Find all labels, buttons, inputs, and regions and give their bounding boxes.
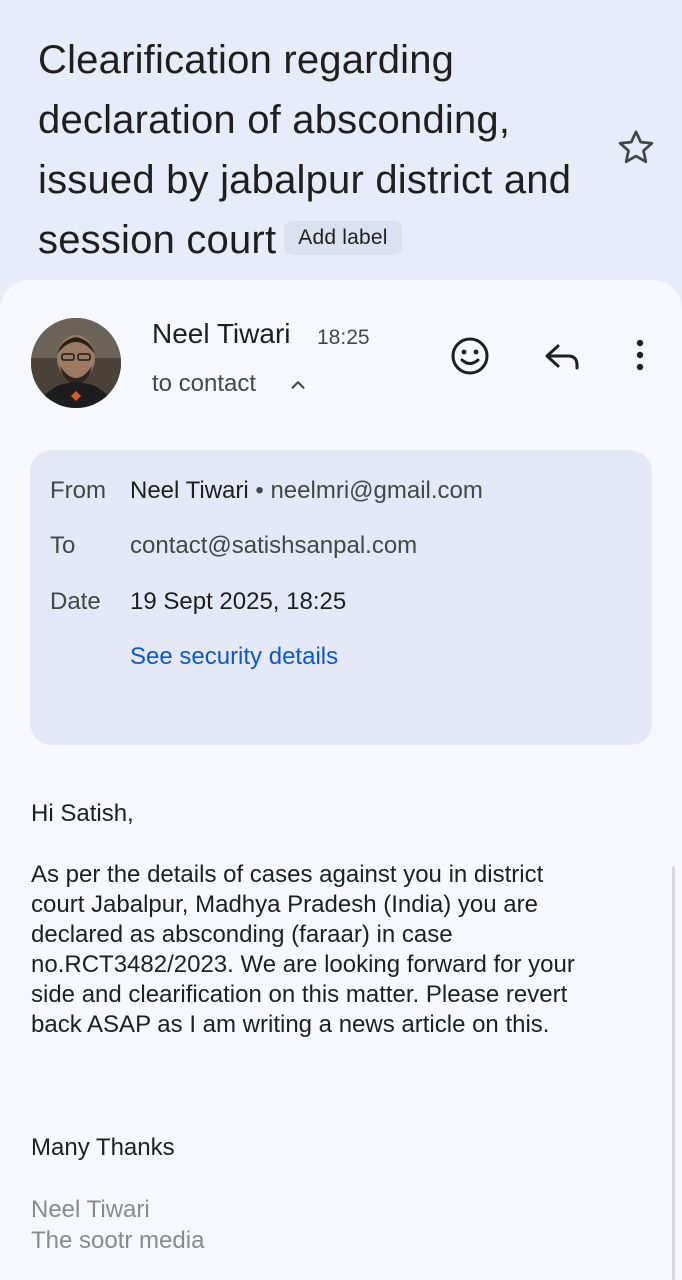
to-email: contact@satishsanpal.com — [130, 532, 418, 559]
scrollbar[interactable] — [672, 866, 675, 1280]
from-name: Neel Tiwari — [130, 477, 249, 504]
chevron-up-icon[interactable] — [287, 374, 309, 396]
recipient-summary[interactable]: to contact — [152, 370, 256, 398]
signature-name: Neel Tiwari — [31, 1196, 150, 1223]
body-line: court Jabalpur, Madhya Pradesh (India) y… — [31, 891, 538, 918]
sender-time: 18:25 — [317, 326, 370, 349]
to-label: To — [50, 532, 76, 559]
body-line: no.RCT3482/2023. We are looking forward … — [31, 951, 575, 978]
sender-avatar[interactable] — [31, 318, 121, 408]
body-line: declared as absconding (faraar) in case — [31, 921, 453, 948]
star-outline-icon[interactable] — [614, 126, 658, 170]
body-line: back ASAP as I am writing a news article… — [31, 1011, 550, 1038]
from-label: From — [50, 477, 106, 504]
email-subject: Clearification regarding declaration of … — [38, 30, 598, 270]
body-paragraph: As per the details of cases against you … — [31, 860, 575, 1040]
reply-icon[interactable] — [538, 332, 586, 380]
emoji-reaction-icon[interactable] — [446, 332, 494, 380]
security-details-link[interactable]: See security details — [130, 642, 338, 672]
signature-org: The sootr media — [31, 1227, 205, 1254]
message-card — [0, 280, 682, 1280]
body-line: side and clearification on this matter. … — [31, 981, 568, 1008]
from-value: Neel Tiwari • neelmri@gmail.com — [130, 476, 483, 506]
body-line: As per the details of cases against you … — [31, 861, 544, 888]
subject-header: Clearification regarding declaration of … — [0, 0, 682, 300]
closing: Many Thanks — [31, 1134, 175, 1161]
from-separator: • — [255, 477, 264, 504]
date-value: 19 Sept 2025, 18:25 — [130, 588, 347, 615]
sender-name: Neel Tiwari — [152, 318, 291, 349]
add-label-button[interactable]: Add label — [284, 221, 402, 256]
from-email: neelmri@gmail.com — [270, 477, 483, 504]
more-vertical-icon[interactable] — [616, 332, 664, 380]
greeting: Hi Satish, — [31, 800, 134, 827]
avatar-photo — [31, 318, 121, 408]
date-label: Date — [50, 588, 101, 615]
